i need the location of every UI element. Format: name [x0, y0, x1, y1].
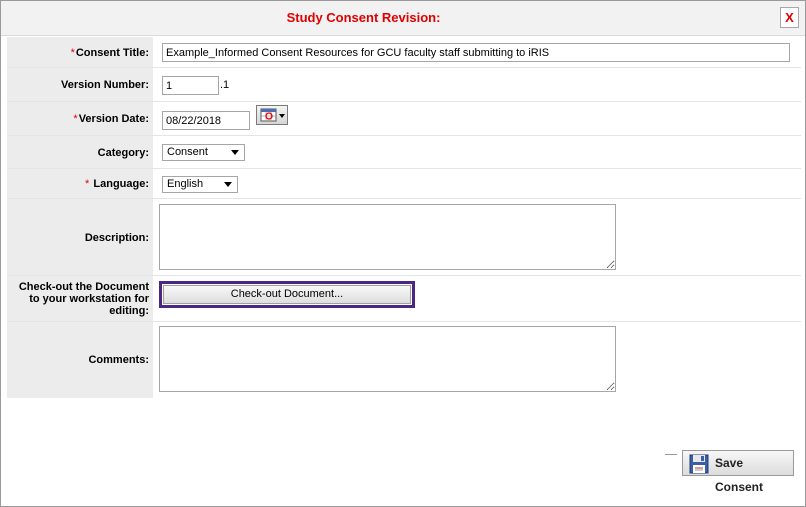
checkout-label: Check-out the Document to your workstati… [7, 276, 153, 322]
version-date-label: * Version Date: [7, 102, 153, 136]
language-select[interactable]: English [162, 176, 238, 193]
calendar-button[interactable] [256, 105, 288, 125]
description-textarea[interactable] [159, 204, 616, 270]
consent-title-row: * Consent Title: [7, 37, 801, 68]
checkout-row: Check-out the Document to your workstati… [7, 276, 801, 322]
category-row: Category: Consent [7, 136, 801, 169]
required-marker: * [70, 46, 75, 59]
calendar-icon [260, 108, 285, 122]
description-row: Description: [7, 199, 801, 276]
dialog-title: Study Consent Revision: [286, 10, 441, 25]
chevron-down-icon [231, 150, 239, 155]
version-number-label: Version Number: [7, 68, 153, 102]
category-label: Category: [7, 136, 153, 169]
save-consent-label: Save Consent [715, 456, 763, 494]
version-number-suffix: .1 [220, 79, 230, 91]
save-consent-button[interactable]: Save Consent [682, 450, 794, 494]
chevron-down-icon [224, 182, 232, 187]
required-marker: * [73, 113, 78, 125]
checkout-highlight: Check-out Document... [159, 281, 415, 308]
description-label: Description: [7, 199, 153, 276]
close-button[interactable]: X [780, 7, 799, 28]
version-number-input[interactable] [162, 76, 219, 95]
comments-row: Comments: [7, 322, 801, 398]
comments-label: Comments: [7, 322, 153, 398]
language-label: * Language: [7, 169, 153, 199]
checkout-document-button[interactable]: Check-out Document... [163, 285, 411, 304]
version-number-row: Version Number: .1 [7, 68, 801, 102]
consent-title-input[interactable] [162, 43, 790, 62]
comments-textarea[interactable] [159, 326, 616, 392]
required-marker: * [85, 178, 90, 190]
floppy-disk-icon [689, 454, 709, 474]
version-date-input[interactable] [162, 111, 250, 130]
separator-dash [665, 454, 677, 455]
version-date-row: * Version Date: [7, 102, 801, 136]
language-row: * Language: English [7, 169, 801, 199]
category-select[interactable]: Consent [162, 144, 245, 161]
study-consent-revision-dialog: Study Consent Revision: X * Consent Titl… [0, 0, 806, 507]
dialog-titlebar: Study Consent Revision: X [1, 1, 805, 36]
consent-title-label: * Consent Title: [7, 37, 153, 68]
